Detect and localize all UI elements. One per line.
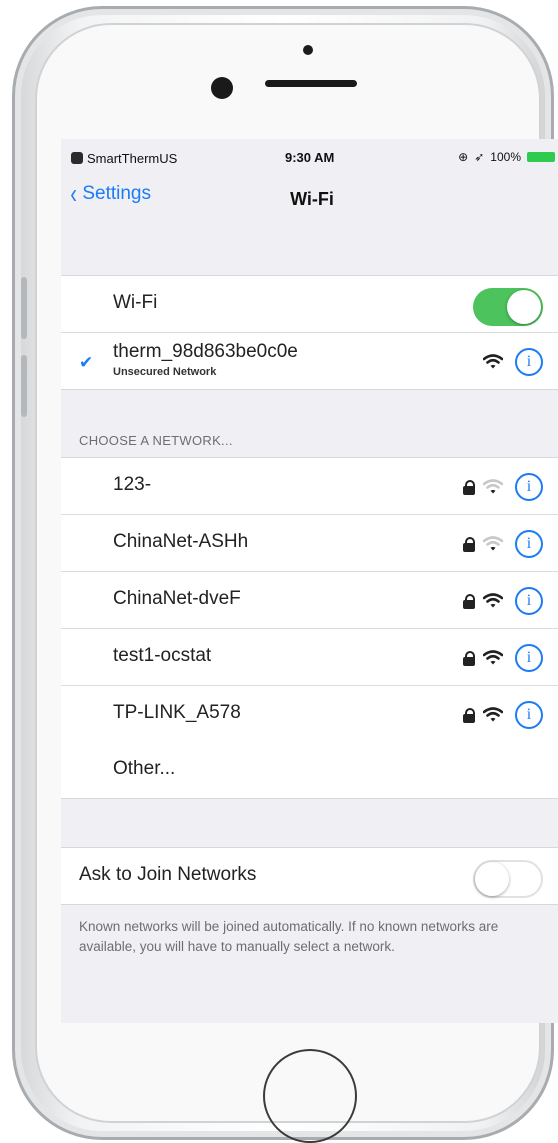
networks-group: 123- i ChinaNet-ASHh i ChinaNet-dveF i test1-o… [61, 457, 558, 799]
orientation-lock-icon: ⊕ [458, 150, 469, 164]
info-icon[interactable]: i [515, 473, 543, 501]
location-arrow-icon: ➶ [474, 150, 485, 164]
other-network-label: Other... [113, 758, 176, 779]
proximity-sensor [211, 77, 233, 99]
network-name: ChinaNet-ASHh [113, 531, 249, 552]
home-button[interactable] [263, 1049, 357, 1143]
wifi-signal-icon [482, 536, 504, 556]
lock-icon [463, 537, 475, 552]
ask-to-join-footer: Known networks will be joined automatica… [79, 919, 499, 954]
ask-to-join-toggle[interactable] [473, 860, 543, 898]
connected-network-name: therm_98d863be0c0e [113, 341, 298, 362]
page-title: Wi-Fi [290, 189, 334, 209]
screen: SmartThermUS 9:30 AM ⊕ ➶ 100% ‹ Settings… [61, 139, 558, 1023]
battery-icon [527, 152, 555, 162]
wifi-signal-icon [482, 354, 504, 374]
ask-to-join-label: Ask to Join Networks [79, 864, 257, 885]
toggle-knob [475, 862, 509, 896]
network-row[interactable]: ChinaNet-dveF i [61, 572, 558, 629]
wifi-signal-icon [482, 707, 504, 727]
wifi-signal-icon [482, 593, 504, 613]
connected-network-status: Unsecured Network [113, 366, 217, 378]
status-bar: SmartThermUS 9:30 AM ⊕ ➶ 100% [61, 149, 558, 171]
app-icon [71, 152, 83, 164]
network-row[interactable]: ChinaNet-ASHh i [61, 515, 558, 572]
lock-icon [463, 594, 475, 609]
section-header: CHOOSE A NETWORK... [79, 433, 233, 448]
info-icon[interactable]: i [515, 644, 543, 672]
wifi-label: Wi-Fi [113, 292, 158, 313]
status-time: 9:30 AM [285, 150, 335, 165]
network-name: 123- [113, 474, 152, 495]
earpiece-speaker [265, 80, 357, 87]
network-name: ChinaNet-dveF [113, 588, 241, 609]
toggle-knob [507, 290, 541, 324]
network-row[interactable]: TP-LINK_A578 i [61, 686, 558, 742]
network-name: test1-ocstat [113, 645, 212, 666]
checkmark-icon: ✔ [79, 353, 94, 372]
volume-down-button [21, 355, 27, 417]
ask-to-join-row: Ask to Join Networks [61, 848, 558, 904]
status-indicators: ⊕ ➶ 100% [458, 150, 555, 164]
info-icon[interactable]: i [515, 530, 543, 558]
network-row[interactable]: 123- i [61, 458, 558, 515]
network-name: TP-LINK_A578 [113, 702, 241, 723]
navigation-bar: ‹ Settings Wi-Fi [61, 173, 558, 229]
connected-network-row[interactable]: ✔ therm_98d863be0c0e Unsecured Network i [61, 333, 558, 389]
wifi-toggle[interactable] [473, 288, 543, 326]
info-icon[interactable]: i [515, 348, 543, 376]
ask-to-join-group: Ask to Join Networks [61, 847, 558, 905]
wifi-group: Wi-Fi ✔ therm_98d863be0c0e Unsecured Net… [61, 275, 558, 390]
lock-icon [463, 480, 475, 495]
lock-icon [463, 651, 475, 666]
front-camera [303, 45, 313, 55]
carrier-label: SmartThermUS [87, 151, 178, 166]
info-icon[interactable]: i [515, 701, 543, 729]
other-network-row[interactable]: Other... [61, 742, 558, 798]
battery-percent: 100% [490, 150, 521, 164]
info-icon[interactable]: i [515, 587, 543, 615]
network-list: 123- i ChinaNet-ASHh i ChinaNet-dveF i test1-o… [61, 458, 558, 742]
wifi-signal-icon [482, 479, 504, 499]
volume-up-button [21, 277, 27, 339]
phone-frame: SmartThermUS 9:30 AM ⊕ ➶ 100% ‹ Settings… [12, 6, 558, 1143]
network-row[interactable]: test1-ocstat i [61, 629, 558, 686]
wifi-signal-icon [482, 650, 504, 670]
wifi-toggle-row: Wi-Fi [61, 276, 558, 333]
lock-icon [463, 708, 475, 723]
